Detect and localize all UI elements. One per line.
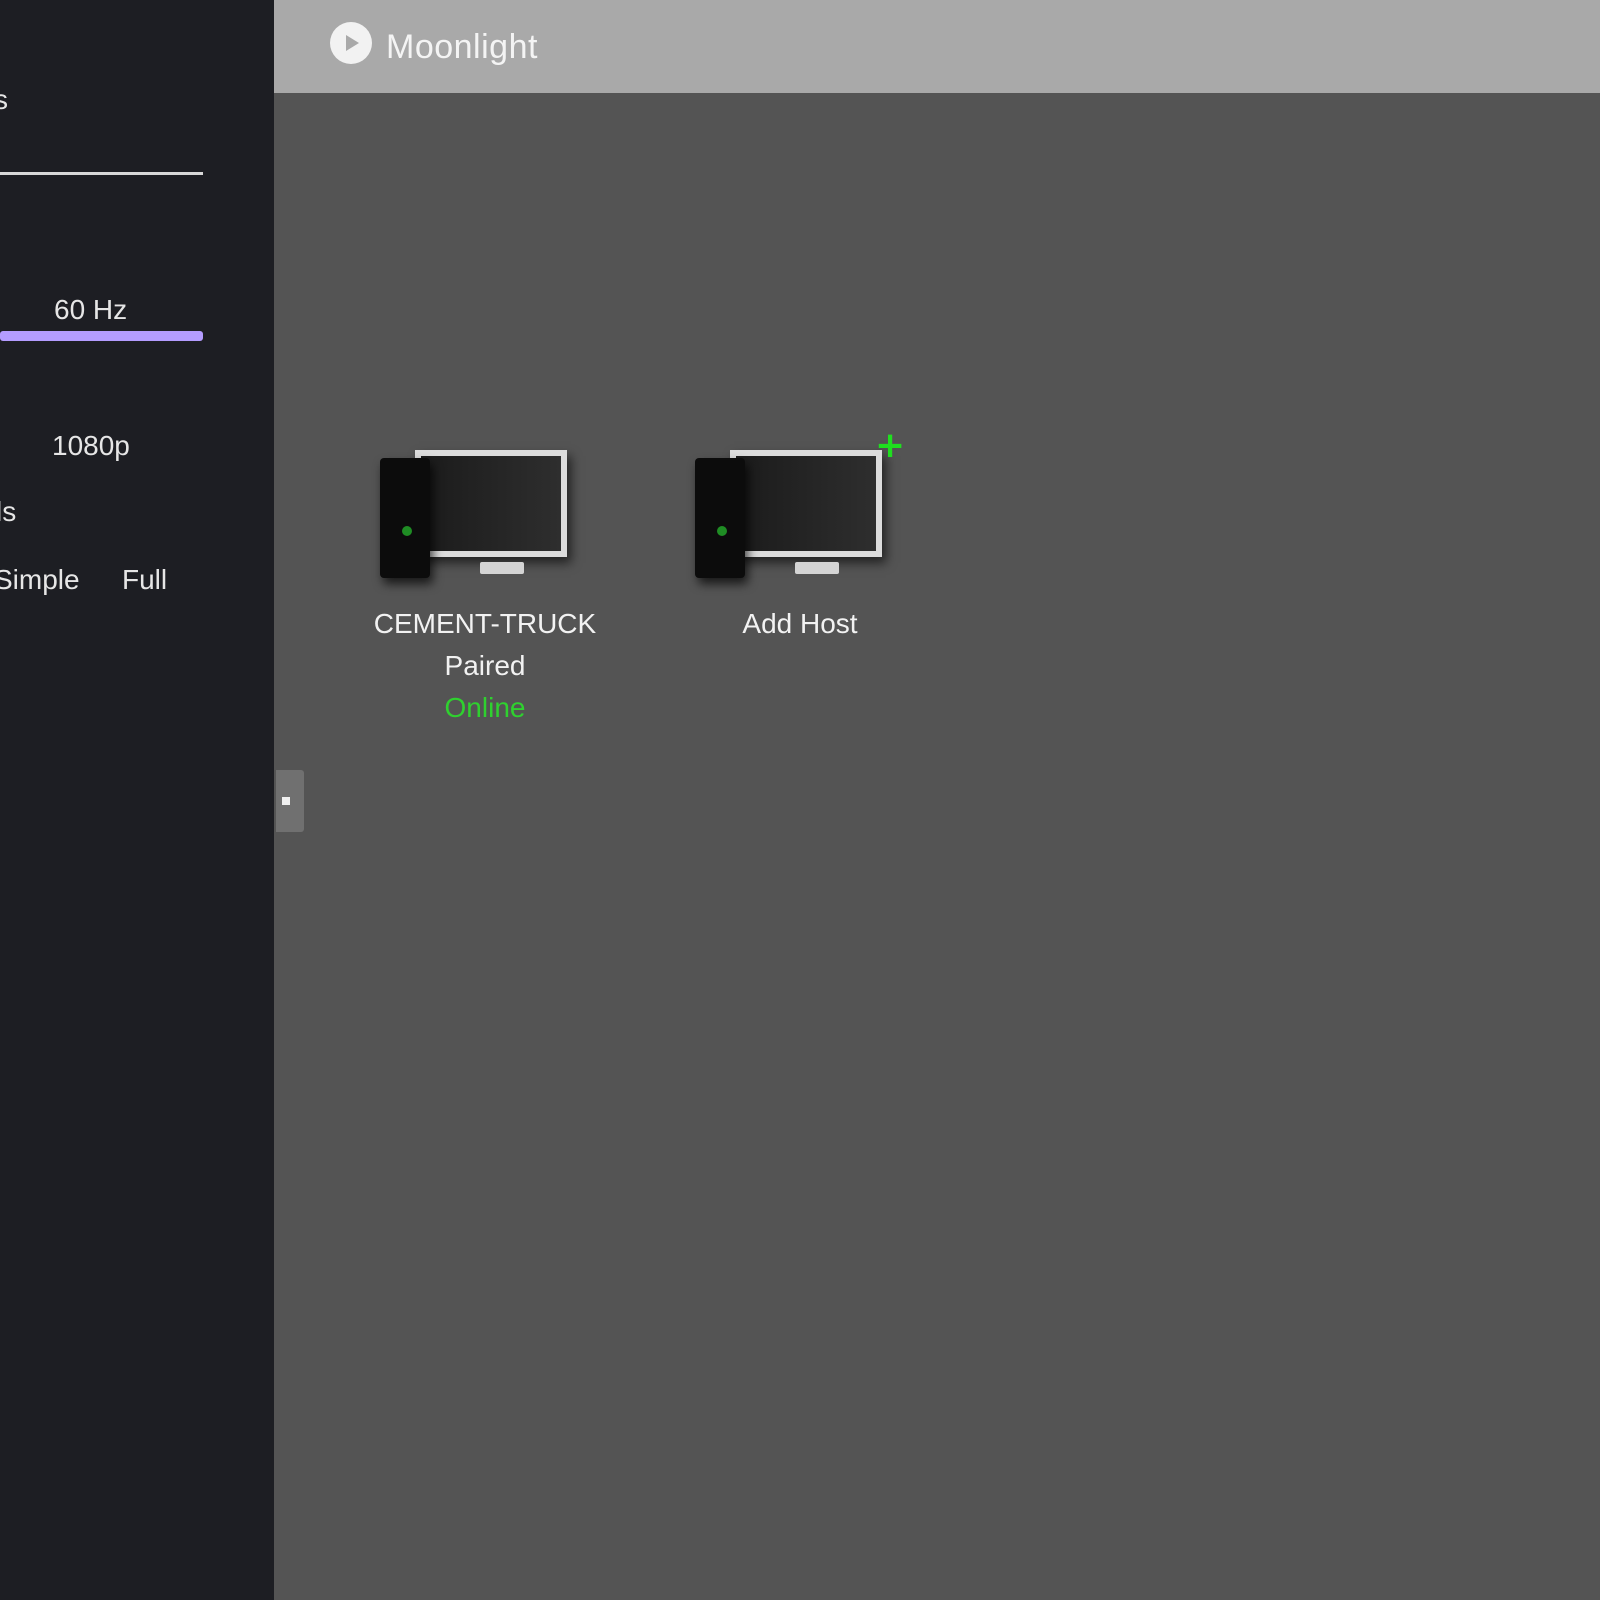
add-plus-icon: + [875, 425, 906, 466]
resolution-value[interactable]: 1080p [52, 430, 130, 462]
app-window: s 60 Hz 1080p ls Simple Full Moonlight C… [0, 0, 1600, 1600]
host-status: Online [444, 692, 526, 723]
host-tile-cement-truck[interactable]: CEMENT-TRUCK Paired Online [365, 440, 605, 724]
drawer-handle-icon[interactable] [276, 770, 304, 832]
host-pair-state: Paired [444, 650, 526, 681]
monitor-screen [730, 450, 882, 557]
add-host-tile[interactable]: + Add Host [680, 428, 920, 640]
host-name: CEMENT-TRUCK [373, 608, 597, 639]
computer-icon [365, 440, 605, 590]
app-header: Moonlight [274, 0, 1600, 93]
settings-sidebar: s 60 Hz 1080p ls Simple Full [0, 0, 274, 1600]
pc-tower [380, 458, 430, 578]
sidebar-label-fragment: s [0, 84, 8, 115]
host-name: Add Host [742, 608, 858, 639]
sidebar-divider [0, 172, 203, 175]
monitor-stand [795, 562, 839, 574]
monitor-stand [480, 562, 524, 574]
app-logo-icon [330, 22, 372, 64]
power-led [717, 526, 727, 536]
monitor-screen [415, 450, 567, 557]
sidebar-label-fragment-2: ls [0, 496, 17, 527]
pc-tower [695, 458, 745, 578]
option-simple[interactable]: Simple [0, 564, 80, 596]
frame-rate-value: 60 Hz [54, 294, 128, 325]
power-led [402, 526, 412, 536]
option-full[interactable]: Full [122, 564, 167, 596]
app-title: Moonlight [386, 28, 538, 66]
computer-icon: + [680, 428, 920, 590]
frame-rate-slider[interactable] [0, 331, 203, 341]
